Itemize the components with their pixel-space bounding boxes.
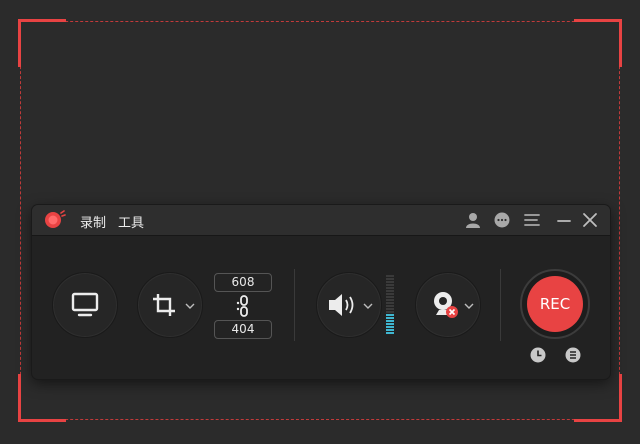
- hamburger-menu-icon[interactable]: [523, 211, 541, 229]
- record-button-ring: REC: [520, 269, 590, 339]
- meter-segment: [386, 308, 394, 310]
- meter-segment: [386, 290, 394, 292]
- chevron-down-icon: [185, 303, 195, 309]
- meter-segment: [386, 320, 394, 322]
- record-button[interactable]: REC: [527, 276, 583, 332]
- menu-record[interactable]: 录制: [80, 212, 106, 231]
- crop-icon: [153, 294, 175, 316]
- speaker-icon: [329, 294, 354, 316]
- capture-corner-bottom-left[interactable]: [18, 374, 66, 422]
- menu-tools[interactable]: 工具: [118, 212, 144, 231]
- capture-corner-top-left[interactable]: [18, 19, 66, 67]
- meter-segment: [386, 296, 394, 298]
- chevron-down-icon: [363, 303, 373, 309]
- clock-icon[interactable]: [530, 347, 546, 363]
- meter-segment: [386, 314, 394, 316]
- chat-icon[interactable]: [493, 211, 511, 229]
- webcam-button[interactable]: [415, 272, 481, 338]
- meter-segment: [386, 326, 394, 328]
- capture-corner-top-right[interactable]: [574, 19, 622, 67]
- capture-corner-bottom-right[interactable]: [574, 374, 622, 422]
- meter-segment: [386, 293, 394, 295]
- user-icon[interactable]: [464, 211, 482, 229]
- meter-segment: [386, 323, 394, 325]
- list-icon[interactable]: [565, 347, 581, 363]
- meter-segment: [386, 278, 394, 280]
- meter-segment: [386, 332, 394, 334]
- meter-segment: [386, 329, 394, 331]
- meter-segment: [386, 311, 394, 313]
- meter-segment: [386, 299, 394, 301]
- meter-segment: [386, 287, 394, 289]
- full-screen-button[interactable]: [52, 272, 118, 338]
- recorder-toolbar: 录制 工具 608 404 REC: [32, 205, 610, 379]
- monitor-icon: [71, 292, 99, 317]
- meter-segment: [386, 317, 394, 319]
- minimize-icon[interactable]: [555, 211, 573, 229]
- title-bar[interactable]: 录制 工具: [32, 205, 610, 236]
- app-logo-icon: [45, 210, 66, 228]
- divider: [294, 269, 295, 341]
- system-sound-button[interactable]: [316, 272, 382, 338]
- audio-level-meter: [386, 275, 394, 334]
- meter-segment: [386, 281, 394, 283]
- region-width-field[interactable]: 608: [214, 273, 272, 292]
- meter-segment: [386, 284, 394, 286]
- meter-segment: [386, 302, 394, 304]
- link-icon[interactable]: [235, 294, 251, 318]
- meter-segment: [386, 275, 394, 277]
- chevron-down-icon: [464, 303, 474, 309]
- meter-segment: [386, 305, 394, 307]
- divider: [500, 269, 501, 341]
- webcam-icon: [434, 292, 458, 318]
- custom-region-button[interactable]: [137, 272, 203, 338]
- region-height-field[interactable]: 404: [214, 320, 272, 339]
- close-icon[interactable]: [581, 211, 599, 229]
